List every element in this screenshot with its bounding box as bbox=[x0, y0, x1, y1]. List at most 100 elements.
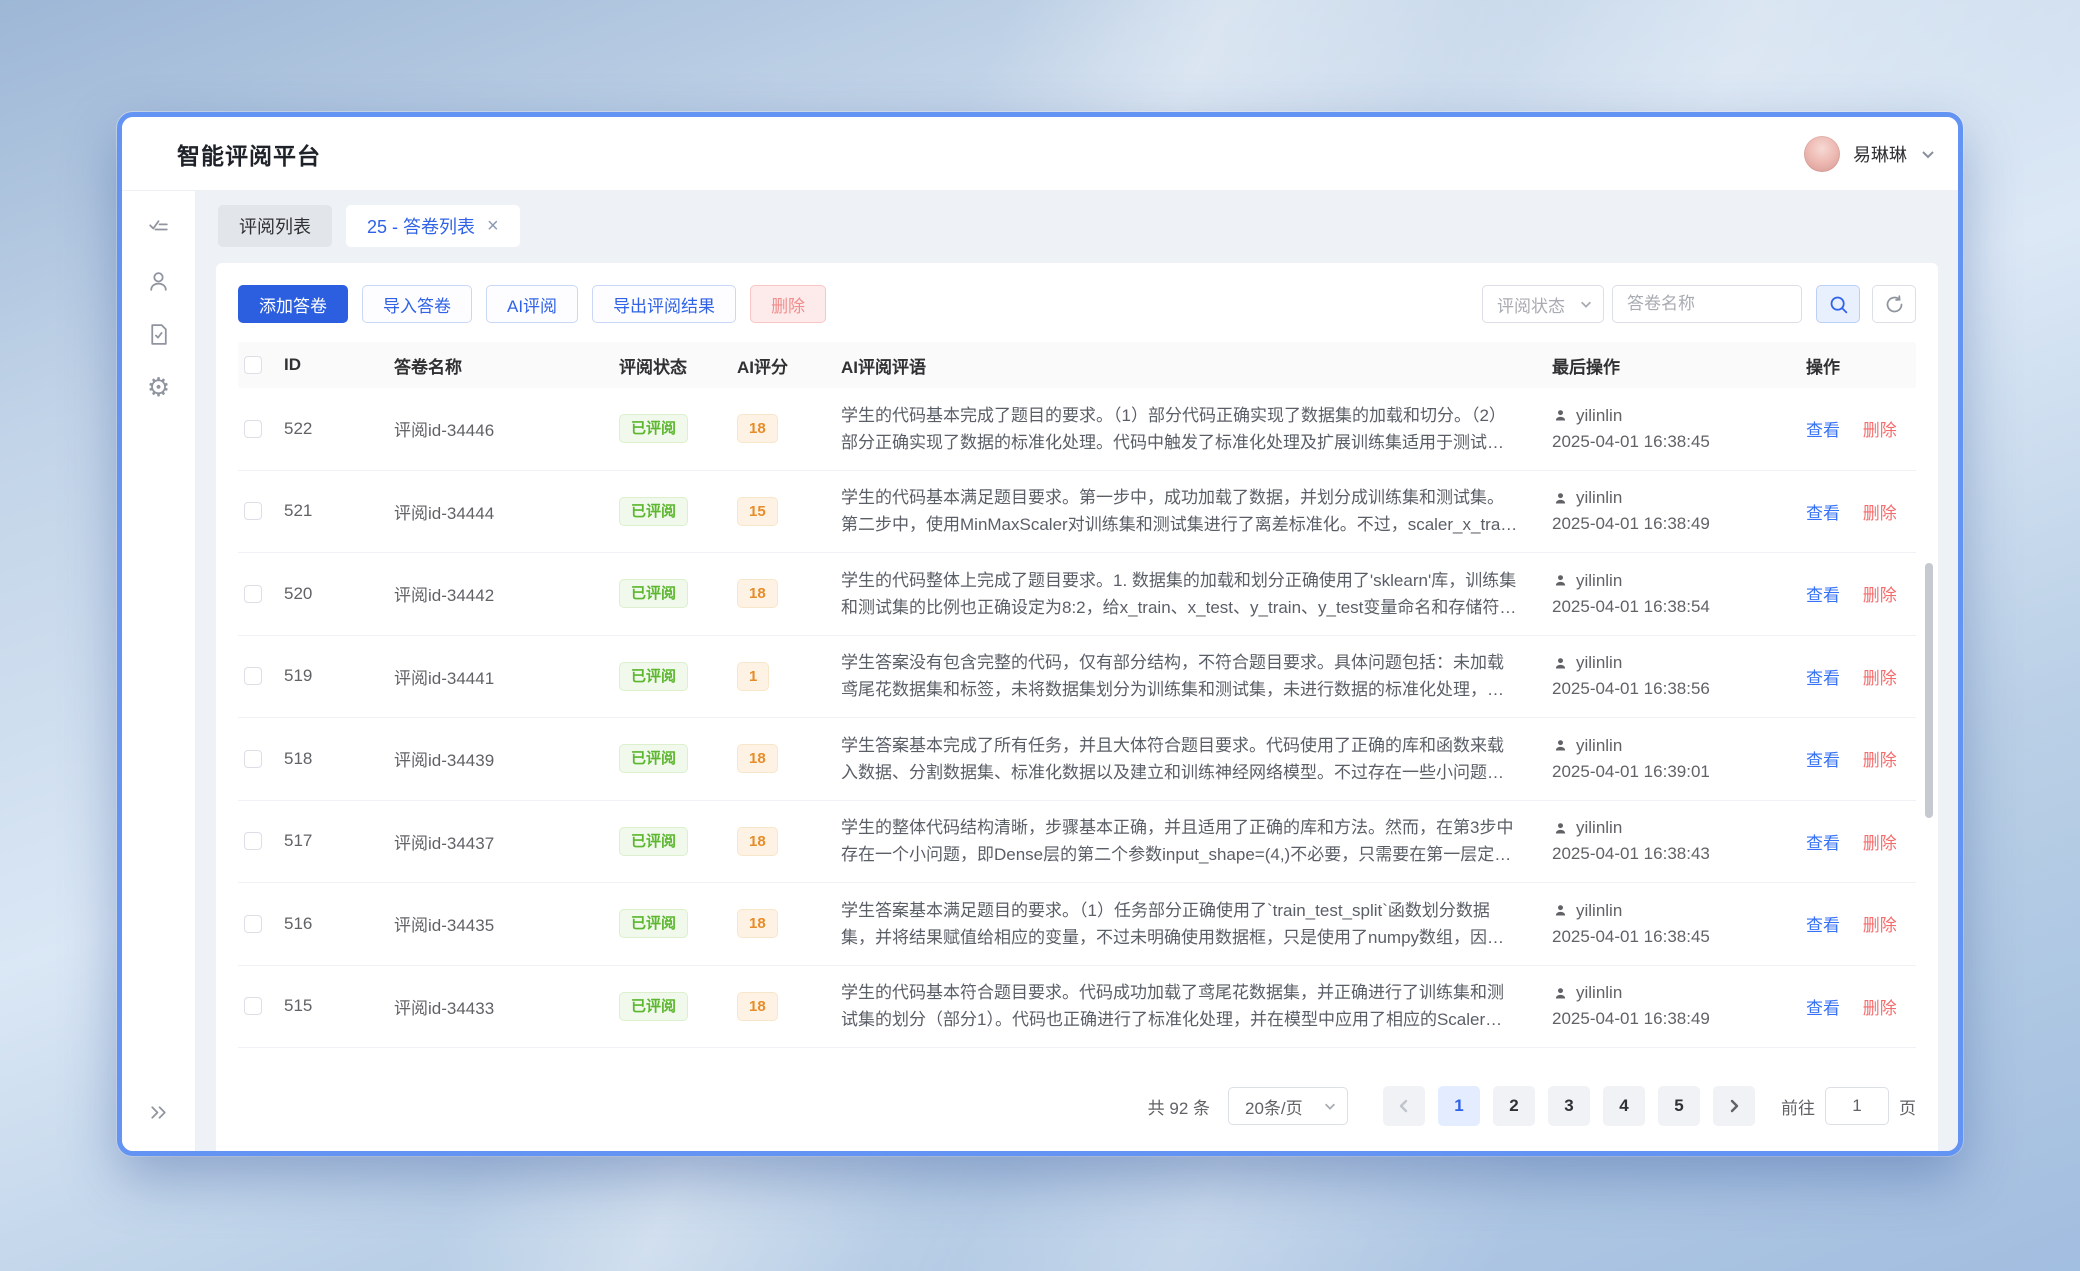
operation-time: 2025-04-01 16:39:01 bbox=[1552, 762, 1796, 782]
sidebar-item-review-list[interactable] bbox=[136, 205, 182, 251]
title-bar: 智能评阅平台 易琳琳 bbox=[122, 117, 1958, 191]
row-last-op: yilinlin 2025-04-01 16:38:49 bbox=[1552, 983, 1806, 1029]
delete-link[interactable]: 删除 bbox=[1863, 504, 1897, 523]
search-button[interactable] bbox=[1816, 285, 1860, 323]
table-row: 520 评阅id-34442 已评阅 18 学生的代码整体上完成了题目要求。1.… bbox=[238, 553, 1916, 636]
close-icon[interactable]: × bbox=[487, 216, 499, 236]
next-page-button[interactable] bbox=[1713, 1086, 1755, 1126]
header-score: AI评分 bbox=[737, 353, 841, 378]
export-results-button[interactable]: 导出评阅结果 bbox=[592, 285, 736, 323]
table-row: 518 评阅id-34439 已评阅 18 学生答案基本完成了所有任务，并且大体… bbox=[238, 718, 1916, 801]
row-select-cell bbox=[238, 420, 284, 438]
delete-link[interactable]: 删除 bbox=[1863, 586, 1897, 605]
person-icon bbox=[1552, 407, 1569, 424]
row-last-op: yilinlin 2025-04-01 16:38:49 bbox=[1552, 488, 1806, 534]
delete-link[interactable]: 删除 bbox=[1863, 751, 1897, 770]
row-comment: 学生的代码基本完成了题目的要求。（1）部分代码正确实现了数据集的加载和切分。（2… bbox=[841, 402, 1552, 456]
delete-link[interactable]: 删除 bbox=[1863, 834, 1897, 853]
row-checkbox[interactable] bbox=[244, 502, 262, 520]
operation-time: 2025-04-01 16:38:54 bbox=[1552, 597, 1796, 617]
view-link[interactable]: 查看 bbox=[1806, 421, 1840, 440]
operator-name: yilinlin bbox=[1576, 983, 1622, 1003]
view-link[interactable]: 查看 bbox=[1806, 504, 1840, 523]
delete-link[interactable]: 删除 bbox=[1863, 916, 1897, 935]
refresh-button[interactable] bbox=[1872, 285, 1916, 323]
goto-label: 前往 bbox=[1781, 1094, 1815, 1119]
table-row: 521 评阅id-34444 已评阅 15 学生的代码基本满足题目要求。第一步中… bbox=[238, 471, 1916, 554]
import-answer-button[interactable]: 导入答卷 bbox=[362, 285, 472, 323]
row-id: 521 bbox=[284, 501, 394, 521]
page-size-select[interactable]: 20条/页 bbox=[1228, 1087, 1348, 1125]
answer-name-input[interactable] bbox=[1627, 294, 1787, 314]
row-score: 18 bbox=[737, 909, 841, 938]
select-all-checkbox[interactable] bbox=[244, 356, 262, 374]
page-button-2[interactable]: 2 bbox=[1493, 1086, 1535, 1126]
app-body: ⚙ 评阅列表 25 - 答卷列表 × 添加答卷 bbox=[122, 191, 1958, 1151]
ai-review-button[interactable]: AI评阅 bbox=[486, 285, 578, 323]
pagination: 共 92 条 20条/页 12345 前往 页 bbox=[238, 1075, 1916, 1151]
select-all-cell bbox=[238, 356, 284, 374]
goto-page-input[interactable] bbox=[1825, 1087, 1889, 1125]
sidebar-item-users[interactable] bbox=[136, 258, 182, 304]
row-checkbox[interactable] bbox=[244, 915, 262, 933]
user-menu[interactable]: 易琳琳 bbox=[1804, 136, 1936, 172]
delete-link[interactable]: 删除 bbox=[1863, 999, 1897, 1018]
prev-page-button[interactable] bbox=[1383, 1086, 1425, 1126]
row-comment: 学生的整体代码结构清晰，步骤基本正确，并且适用了正确的库和方法。然而，在第3步中… bbox=[841, 814, 1552, 868]
view-link[interactable]: 查看 bbox=[1806, 999, 1840, 1018]
row-actions: 查看 删除 bbox=[1806, 499, 1916, 524]
review-status-select[interactable]: 评阅状态 bbox=[1482, 285, 1604, 323]
row-checkbox[interactable] bbox=[244, 585, 262, 603]
row-checkbox[interactable] bbox=[244, 667, 262, 685]
page-button-5[interactable]: 5 bbox=[1658, 1086, 1700, 1126]
page-button-1[interactable]: 1 bbox=[1438, 1086, 1480, 1126]
page-button-4[interactable]: 4 bbox=[1603, 1086, 1645, 1126]
sidebar-item-documents[interactable] bbox=[136, 311, 182, 357]
review-status-placeholder: 评阅状态 bbox=[1497, 292, 1565, 317]
operator-name: yilinlin bbox=[1576, 406, 1622, 426]
view-link[interactable]: 查看 bbox=[1806, 916, 1840, 935]
table-scrollbar[interactable] bbox=[1925, 563, 1933, 1053]
row-id: 518 bbox=[284, 749, 394, 769]
sidebar-item-settings[interactable]: ⚙ bbox=[136, 364, 182, 410]
view-link[interactable]: 查看 bbox=[1806, 669, 1840, 688]
answer-name-field[interactable] bbox=[1612, 285, 1802, 323]
row-last-op: yilinlin 2025-04-01 16:38:45 bbox=[1552, 901, 1806, 947]
view-link[interactable]: 查看 bbox=[1806, 834, 1840, 853]
app-window: 智能评阅平台 易琳琳 ⚙ bbox=[117, 112, 1963, 1156]
chevron-right-icon bbox=[1726, 1098, 1742, 1114]
row-checkbox[interactable] bbox=[244, 420, 262, 438]
row-checkbox[interactable] bbox=[244, 832, 262, 850]
avatar[interactable] bbox=[1804, 136, 1840, 172]
delete-link[interactable]: 删除 bbox=[1863, 421, 1897, 440]
sidebar-expand-toggle[interactable] bbox=[136, 1089, 182, 1135]
add-answer-button[interactable]: 添加答卷 bbox=[238, 285, 348, 323]
table-row: 516 评阅id-34435 已评阅 18 学生答案基本满足题目的要求。（1）任… bbox=[238, 883, 1916, 966]
page-unit-label: 页 bbox=[1899, 1094, 1916, 1119]
operator-line: yilinlin bbox=[1552, 983, 1796, 1003]
page-button-3[interactable]: 3 bbox=[1548, 1086, 1590, 1126]
chevron-down-icon bbox=[1579, 297, 1593, 311]
row-name: 评阅id-34444 bbox=[394, 499, 619, 524]
tab-label: 25 - 答卷列表 bbox=[367, 213, 475, 239]
row-status: 已评阅 bbox=[619, 497, 737, 526]
tab-answer-sheet-list[interactable]: 25 - 答卷列表 × bbox=[346, 205, 520, 247]
delete-button[interactable]: 删除 bbox=[750, 285, 826, 323]
operator-line: yilinlin bbox=[1552, 406, 1796, 426]
scrollbar-thumb[interactable] bbox=[1925, 563, 1933, 818]
view-link[interactable]: 查看 bbox=[1806, 586, 1840, 605]
row-score: 15 bbox=[737, 497, 841, 526]
sidebar: ⚙ bbox=[122, 191, 196, 1151]
view-link[interactable]: 查看 bbox=[1806, 751, 1840, 770]
row-name: 评阅id-34433 bbox=[394, 994, 619, 1019]
row-name: 评阅id-34441 bbox=[394, 664, 619, 689]
tab-review-list[interactable]: 评阅列表 bbox=[218, 205, 332, 247]
row-checkbox[interactable] bbox=[244, 997, 262, 1015]
operator-name: yilinlin bbox=[1576, 818, 1622, 838]
operator-name: yilinlin bbox=[1576, 736, 1622, 756]
operation-time: 2025-04-01 16:38:56 bbox=[1552, 679, 1796, 699]
row-last-op: yilinlin 2025-04-01 16:38:43 bbox=[1552, 818, 1806, 864]
row-score: 18 bbox=[737, 744, 841, 773]
delete-link[interactable]: 删除 bbox=[1863, 669, 1897, 688]
row-checkbox[interactable] bbox=[244, 750, 262, 768]
